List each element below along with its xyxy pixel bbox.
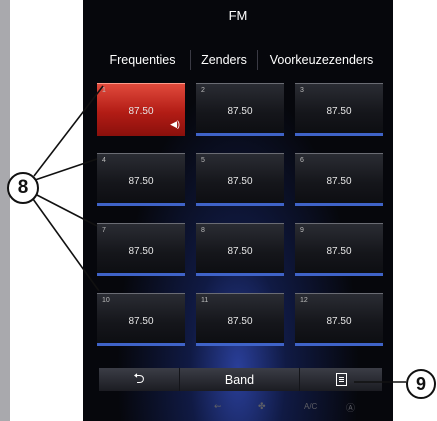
leader-line-8-preset-7 <box>34 193 98 227</box>
leader-line-8-preset-1 <box>33 85 104 177</box>
callout-9: 9 <box>406 369 436 399</box>
callout-8: 8 <box>7 172 39 204</box>
leader-line-8-preset-10 <box>32 198 100 292</box>
callout-leader-lines <box>32 85 406 383</box>
